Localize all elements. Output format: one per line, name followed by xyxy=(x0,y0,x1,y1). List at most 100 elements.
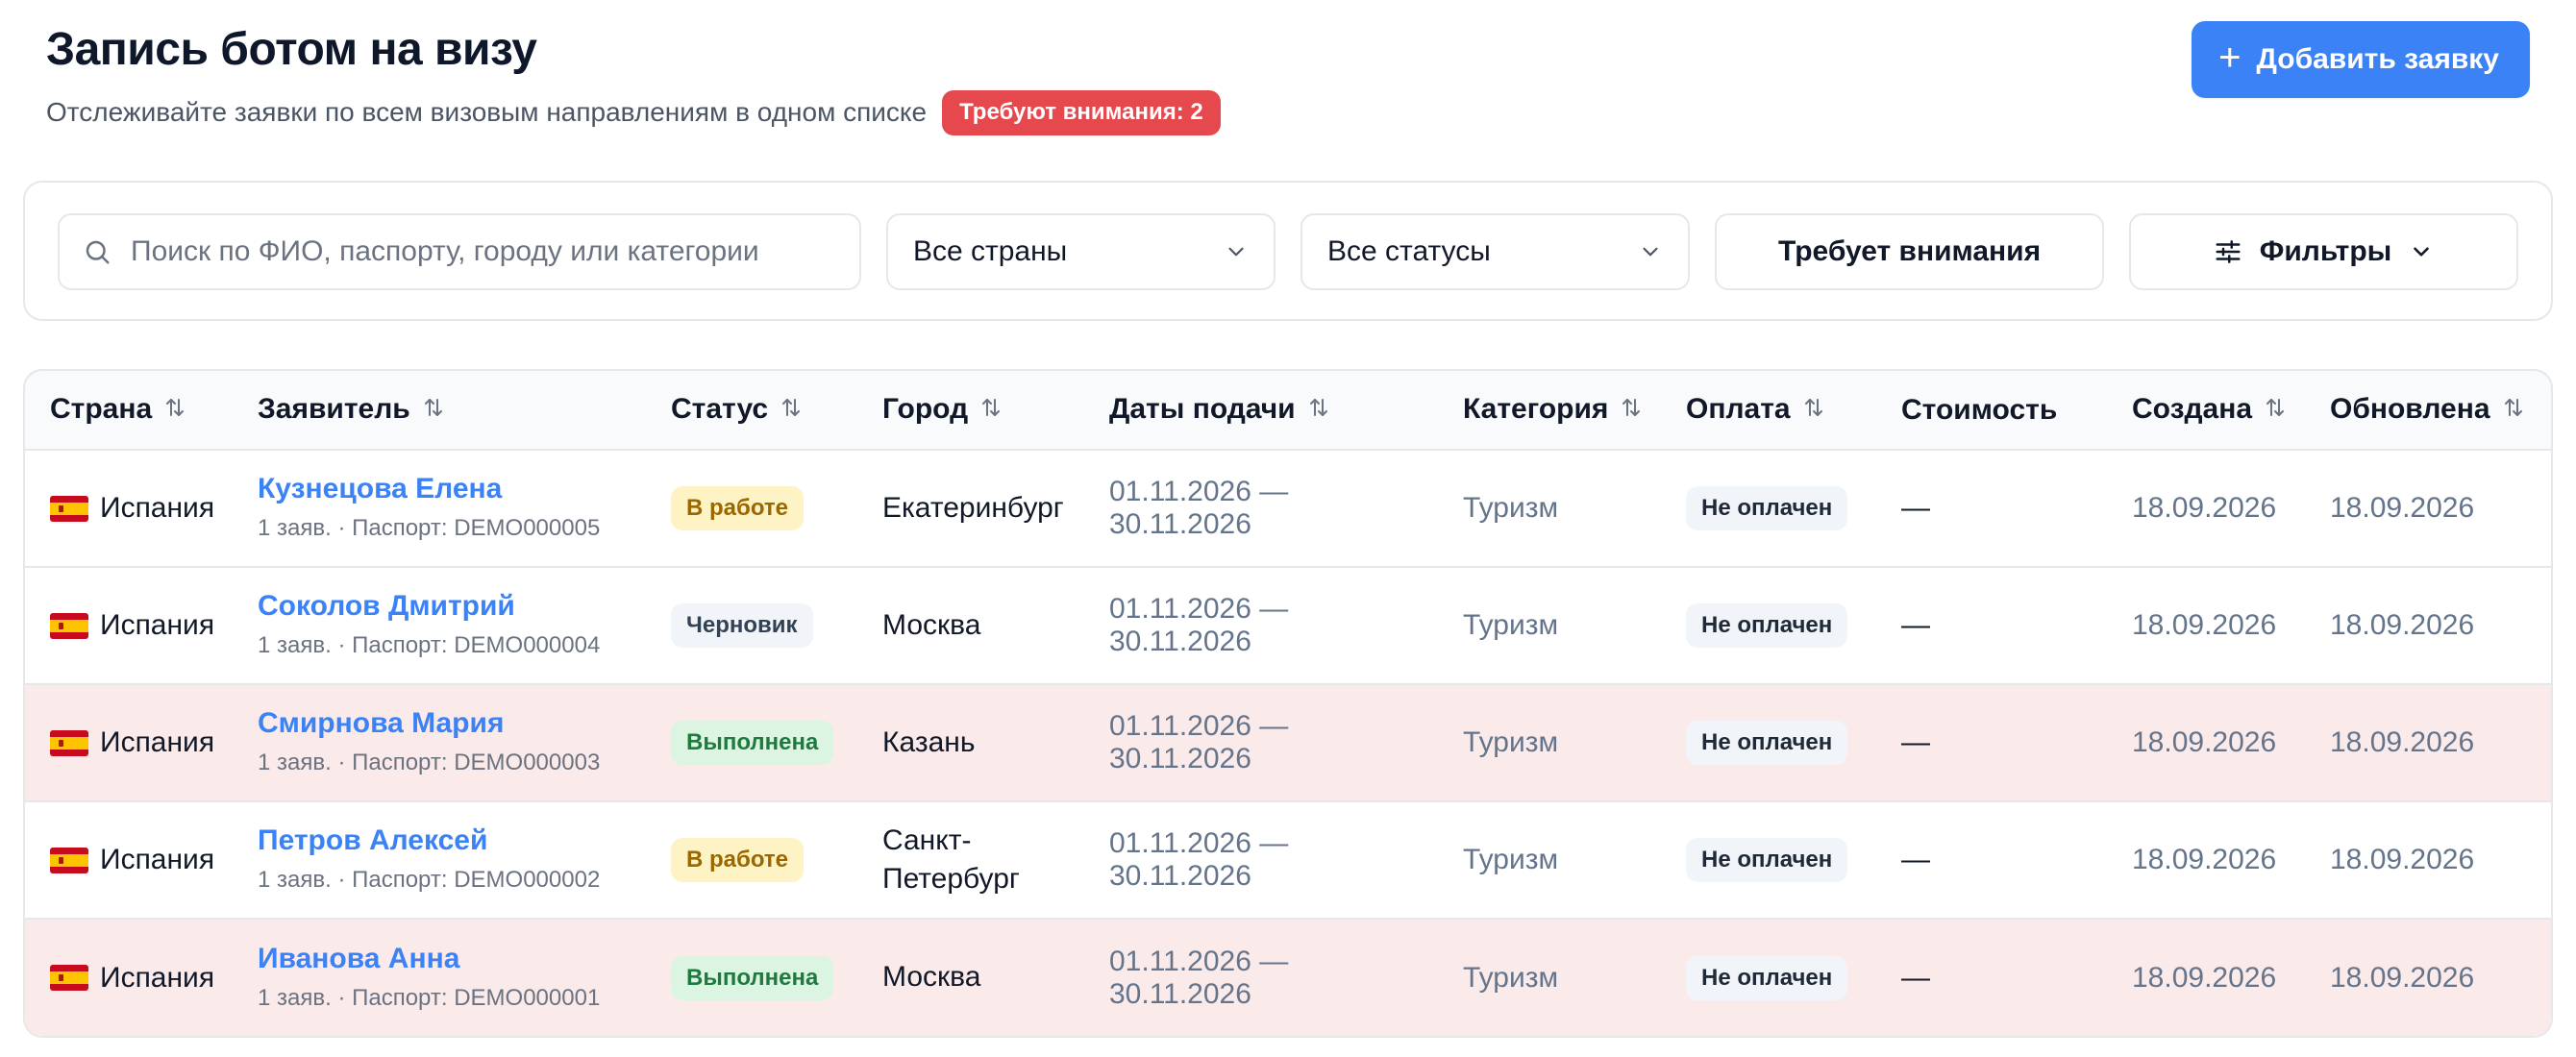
spain-flag-icon xyxy=(50,729,88,756)
search-icon xyxy=(86,240,110,264)
payment-badge: Не оплачен xyxy=(1686,721,1848,765)
status-cell: В работе xyxy=(646,801,857,919)
applicant-name-link[interactable]: Иванова Анна xyxy=(258,943,646,975)
column-header-created[interactable]: Создана xyxy=(2107,371,2305,451)
status-badge: В работе xyxy=(671,838,804,882)
attention-filter-button[interactable]: Требует внимания xyxy=(1715,213,2105,290)
table-body: Испания Кузнецова Елена 1 заяв. · Паспорт:… xyxy=(25,450,2551,1036)
applicant-name-link[interactable]: Соколов Дмитрий xyxy=(258,590,646,623)
column-header-label: Обновлена xyxy=(2330,392,2490,425)
search-box[interactable] xyxy=(58,213,861,290)
created-cell: 18.09.2026 xyxy=(2132,726,2277,758)
city-cell: Москва xyxy=(882,961,981,994)
sort-icon[interactable] xyxy=(2264,394,2287,427)
country-select[interactable]: Все страны xyxy=(885,213,1276,290)
status-badge: Выполнена xyxy=(671,721,834,765)
column-header-label: Страна xyxy=(50,392,153,425)
city-cell: Санкт-Петербург xyxy=(882,823,1020,896)
status-badge: В работе xyxy=(671,486,804,530)
status-cell: В работе xyxy=(646,450,857,567)
sort-icon[interactable] xyxy=(780,394,803,427)
column-header-country[interactable]: Страна xyxy=(25,371,233,451)
sort-icon[interactable] xyxy=(979,394,1003,427)
country-name: Испания xyxy=(100,492,215,524)
column-header-label: Оплата xyxy=(1686,392,1791,425)
sort-icon[interactable] xyxy=(1802,394,1825,427)
filters-label: Фильтры xyxy=(2259,235,2392,267)
applicant-name-link[interactable]: Петров Алексей xyxy=(258,824,646,857)
city-cell: Екатеринбург xyxy=(882,491,1064,524)
spain-flag-icon xyxy=(50,495,88,522)
table-row[interactable]: Испания Петров Алексей 1 заяв. · Паспорт: … xyxy=(25,801,2551,919)
city-cell: Казань xyxy=(882,725,976,758)
category-cell: Туризм xyxy=(1463,726,1559,758)
status-badge: Черновик xyxy=(671,603,813,648)
add-application-button[interactable]: + Добавить заявку xyxy=(2192,21,2530,98)
updated-cell: 18.09.2026 xyxy=(2330,726,2475,758)
sort-icon[interactable] xyxy=(422,394,445,427)
chevron-down-icon xyxy=(1228,247,1244,257)
status-select[interactable]: Все статусы xyxy=(1300,213,1691,290)
column-header-payment[interactable]: Оплата xyxy=(1661,371,1876,451)
cost-cell: — xyxy=(1901,609,1930,641)
add-application-label: Добавить заявку xyxy=(2256,43,2499,75)
subtitle-row: Отслеживайте заявки по всем визовым напр… xyxy=(46,90,1221,135)
sort-icon[interactable] xyxy=(1307,394,1330,427)
updated-cell: 18.09.2026 xyxy=(2330,492,2475,524)
country-name: Испания xyxy=(100,844,215,875)
attention-filter-label: Требует внимания xyxy=(1778,235,2042,267)
updated-cell: 18.09.2026 xyxy=(2330,609,2475,641)
country-name: Испания xyxy=(100,609,215,641)
applications-table: Страна Заявитель Статус Город Даты подачи Кат… xyxy=(23,369,2553,1038)
status-cell: Выполнена xyxy=(646,919,857,1036)
column-header-label: Город xyxy=(882,392,969,425)
status-badge: Выполнена xyxy=(671,955,834,1000)
table-row[interactable]: Испания Смирнова Мария 1 заяв. · Паспорт: … xyxy=(25,684,2551,801)
table-header-row: Страна Заявитель Статус Город Даты подачи Кат… xyxy=(25,371,2551,451)
sort-icon[interactable] xyxy=(2502,394,2525,427)
table-row[interactable]: Испания Кузнецова Елена 1 заяв. · Паспорт:… xyxy=(25,450,2551,567)
applicant-cell: Иванова Анна 1 заяв. · Паспорт: DEMO00000… xyxy=(233,919,646,1036)
sort-icon[interactable] xyxy=(1620,394,1643,427)
page-title: Запись ботом на визу xyxy=(46,24,537,75)
spain-flag-icon xyxy=(50,612,88,639)
table-row[interactable]: Испания Соколов Дмитрий 1 заяв. · Паспорт:… xyxy=(25,567,2551,684)
payment-badge: Не оплачен xyxy=(1686,955,1848,1000)
filters-button[interactable]: Фильтры xyxy=(2129,213,2518,290)
column-header-applicant[interactable]: Заявитель xyxy=(233,371,646,451)
dates-cell: 01.11.2026 — 30.11.2026 xyxy=(1109,827,1289,892)
page-header: Запись ботом на визу Отслеживайте заявки… xyxy=(23,0,2553,154)
country-cell: Испания xyxy=(25,919,233,1036)
column-header-label: Заявитель xyxy=(258,392,410,425)
dates-cell: 01.11.2026 — 30.11.2026 xyxy=(1109,476,1289,540)
country-cell: Испания xyxy=(25,567,233,684)
column-header-status[interactable]: Статус xyxy=(646,371,857,451)
dates-cell: 01.11.2026 — 30.11.2026 xyxy=(1109,945,1289,1010)
table-row[interactable]: Испания Иванова Анна 1 заяв. · Паспорт: DE… xyxy=(25,919,2551,1036)
chevron-down-icon xyxy=(1643,247,1658,257)
status-cell: Выполнена xyxy=(646,684,857,801)
column-header-updated[interactable]: Обновлена xyxy=(2305,371,2551,451)
column-header-dates[interactable]: Даты подачи xyxy=(1084,371,1438,451)
country-select-value: Все страны xyxy=(912,235,1068,267)
column-header-category[interactable]: Категория xyxy=(1438,371,1661,451)
created-cell: 18.09.2026 xyxy=(2132,609,2277,641)
applicant-name-link[interactable]: Кузнецова Елена xyxy=(258,473,646,505)
sort-icon[interactable] xyxy=(163,394,186,427)
status-select-value: Все статусы xyxy=(1327,235,1491,267)
applicant-meta: 1 заяв. · Паспорт: DEMO000004 xyxy=(258,632,601,658)
payment-cell: Не оплачен xyxy=(1661,567,1876,684)
column-header-city[interactable]: Город xyxy=(857,371,1084,451)
status-cell: Черновик xyxy=(646,567,857,684)
page: Запись ботом на визу Отслеживайте заявки… xyxy=(0,0,2576,1057)
payment-cell: Не оплачен xyxy=(1661,801,1876,919)
city-cell: Москва xyxy=(882,608,981,641)
column-header-cost[interactable]: Стоимость xyxy=(1876,371,2107,451)
country-cell: Испания xyxy=(25,450,233,567)
filter-panel: Все страны Все статусы Требует внимания … xyxy=(23,181,2553,321)
spain-flag-icon xyxy=(50,847,88,873)
payment-cell: Не оплачен xyxy=(1661,684,1876,801)
applicant-meta: 1 заяв. · Паспорт: DEMO000001 xyxy=(258,984,601,1011)
applicant-name-link[interactable]: Смирнова Мария xyxy=(258,707,646,740)
search-input[interactable] xyxy=(131,235,836,268)
